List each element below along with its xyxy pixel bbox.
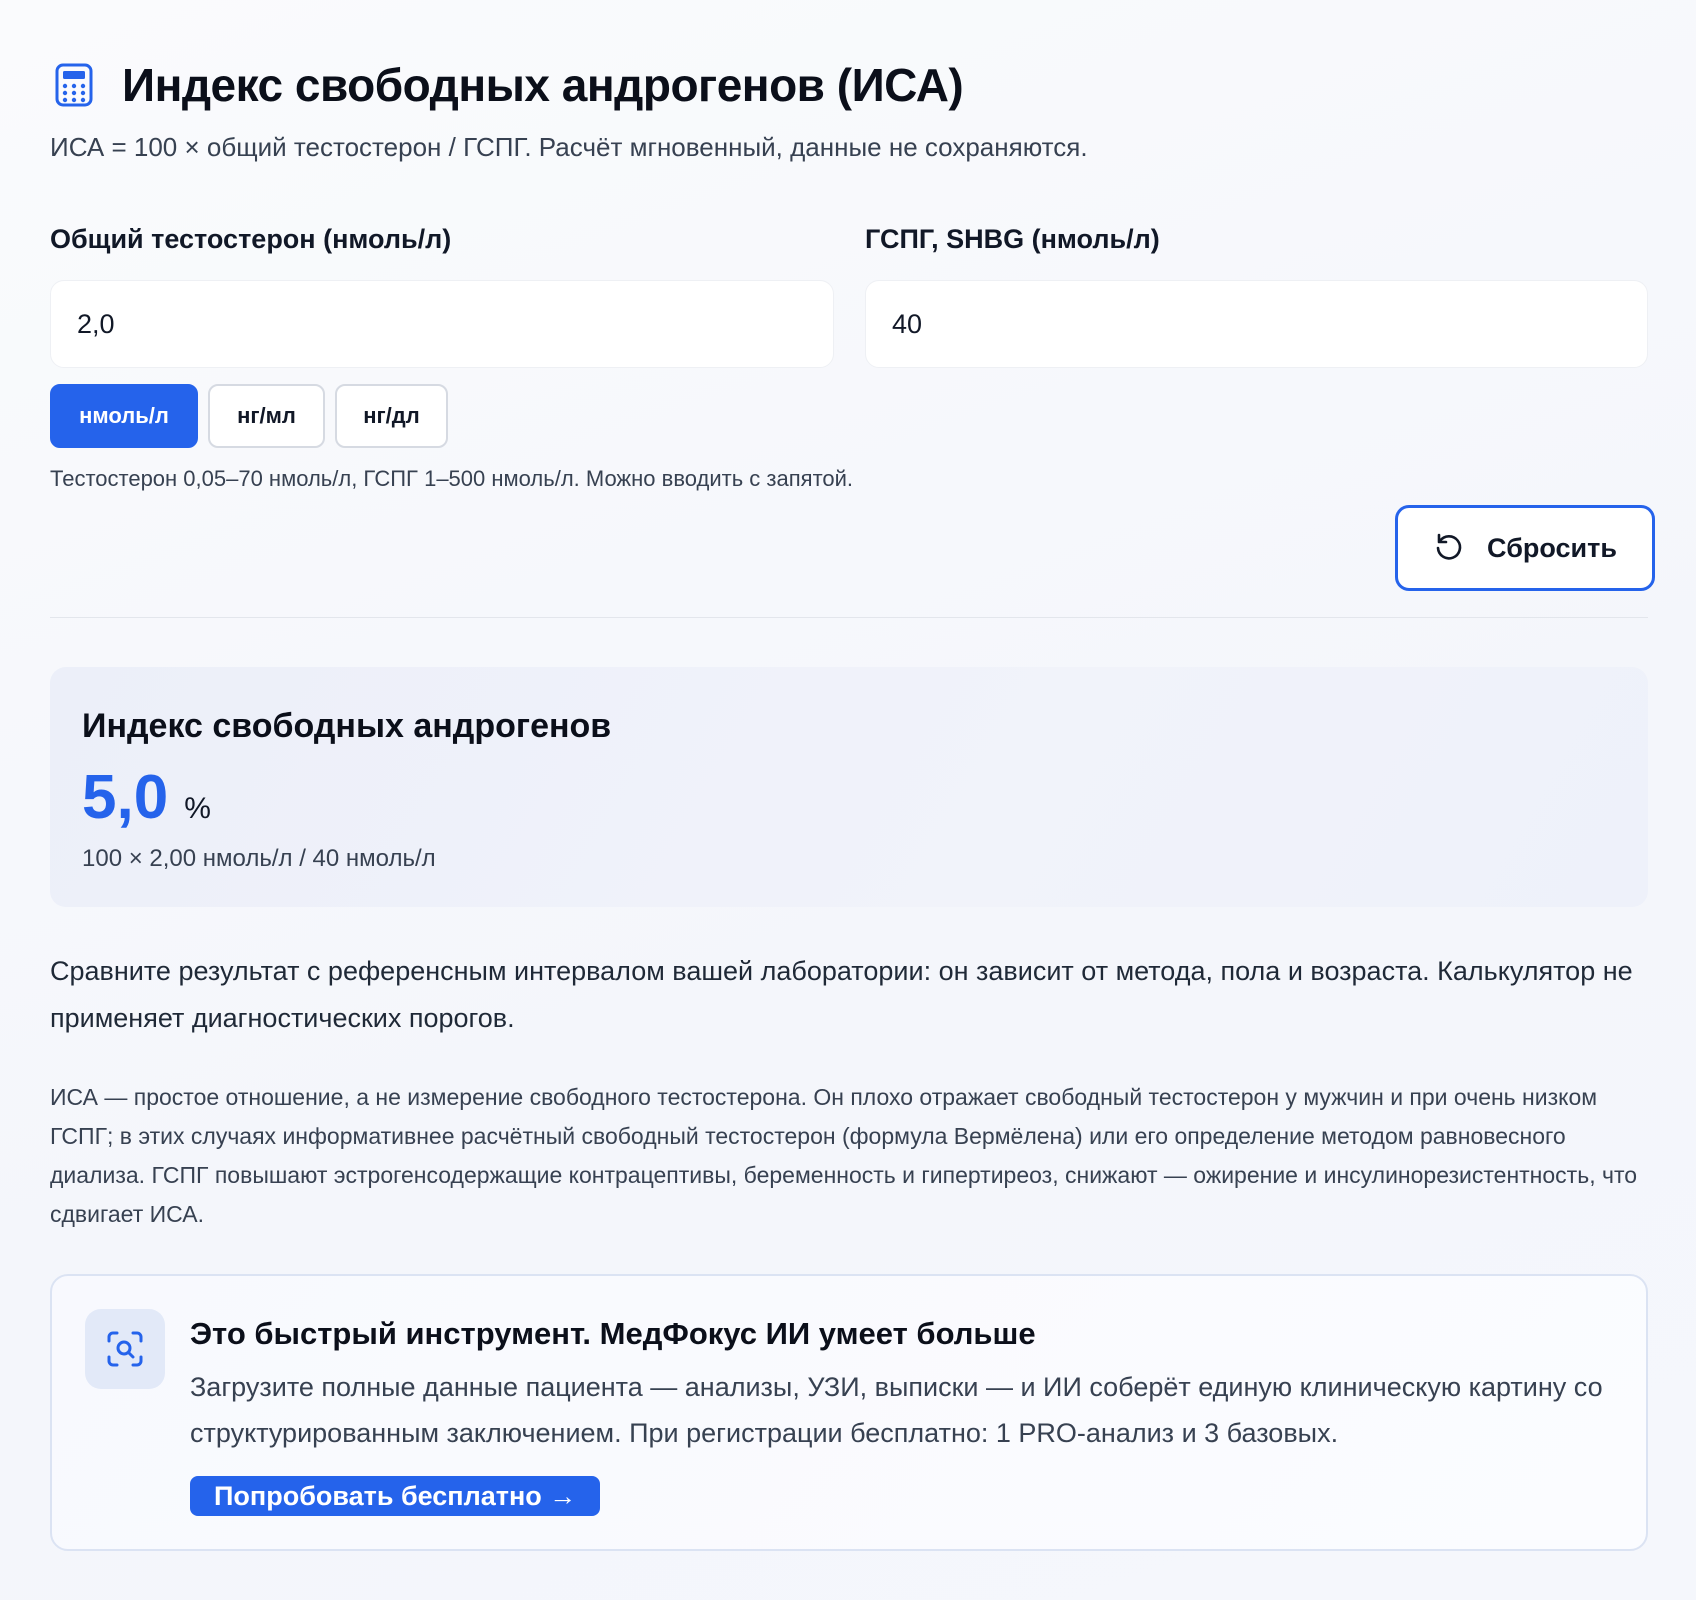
result-value: 5,0 [82,763,169,832]
note-text: ИСА — простое отношение, а не измерение … [50,1084,1638,1227]
reset-button-label: Сбросить [1487,532,1617,563]
compare-text: Сравните результат с референсным интерва… [50,956,1633,1033]
page-title: Индекс свободных андрогенов (ИСА) [122,59,964,111]
reset-icon [1436,533,1462,560]
unit-selector: нмоль/л нг/мл нг/дл [50,384,448,448]
promo-card: Это быстрый инструмент. МедФокус ИИ умее… [50,1274,1648,1551]
title-row: Индекс свободных андрогенов (ИСА) [52,58,964,112]
result-formula: 100 × 2,00 нмоль/л / 40 нмоль/л [82,845,436,872]
page: Индекс свободных андрогенов (ИСА) ИСА = … [0,0,1696,1600]
unit-button-nmol[interactable]: нмоль/л [50,384,198,448]
testosterone-input[interactable] [50,280,834,368]
promo-icon-box [85,1309,165,1389]
unit-button-ngml[interactable]: нг/мл [208,384,325,448]
testosterone-label: Общий тестостерон (нмоль/л) [50,224,452,254]
page-subtitle: ИСА = 100 × общий тестостерон / ГСПГ. Ра… [50,132,1088,162]
result-unit: % [184,792,211,825]
promo-text: Загрузите полные данные пациента — анали… [190,1372,1603,1448]
promo-title: Это быстрый инструмент. МедФокус ИИ умее… [190,1316,1036,1351]
divider [50,617,1648,618]
result-value-row: 5,0 % [82,767,211,829]
scan-search-icon [107,1331,143,1367]
input-hint: Тестостерон 0,05–70 нмоль/л, ГСПГ 1–500 … [50,466,854,491]
calculator-icon [55,63,93,107]
unit-button-ngdl[interactable]: нг/дл [335,384,448,448]
result-title: Индекс свободных андрогенов [82,707,612,745]
shbg-input[interactable] [865,280,1648,368]
try-free-button[interactable]: Попробовать бесплатно → [190,1476,601,1516]
shbg-label: ГСПГ, SHBG (нмоль/л) [865,224,1160,254]
result-card: Индекс свободных андрогенов 5,0 % 100 × … [50,667,1648,907]
reset-button[interactable]: Сбросить [1395,505,1655,591]
